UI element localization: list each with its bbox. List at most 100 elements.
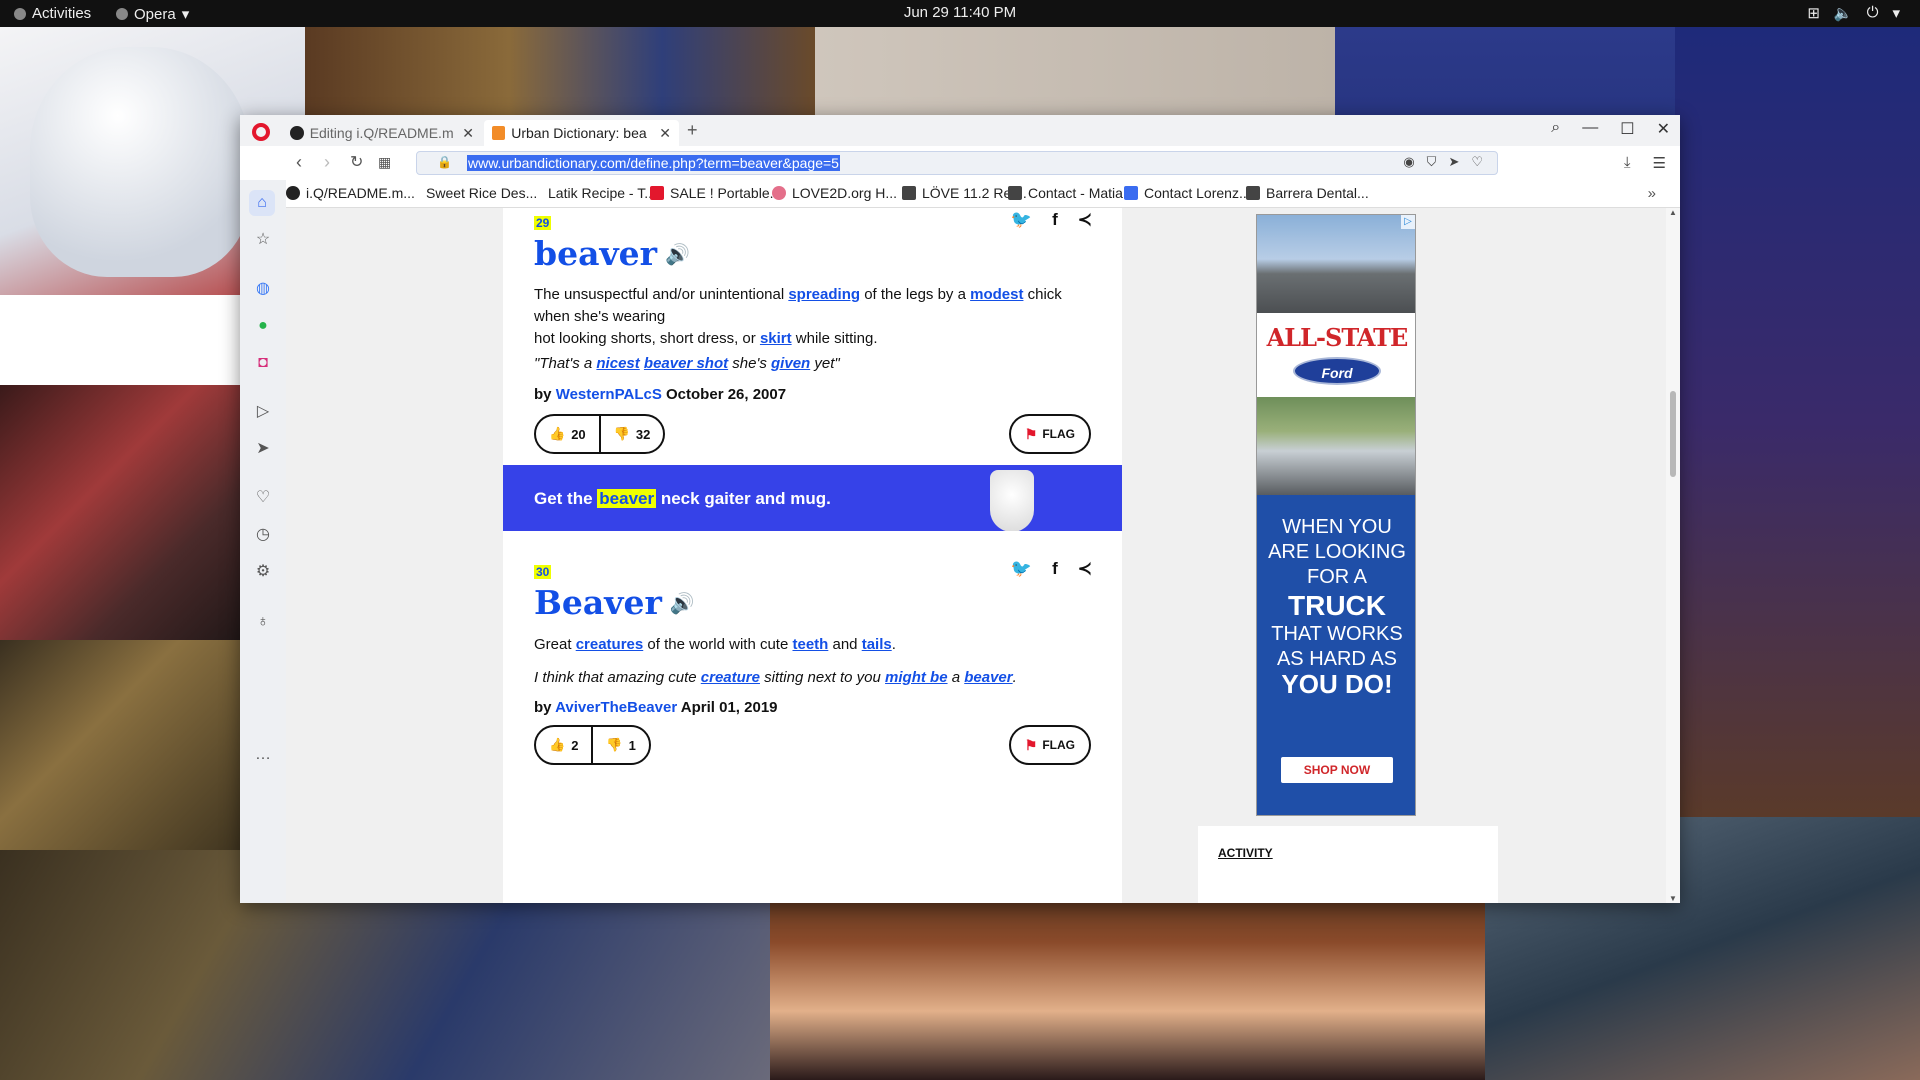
player-icon[interactable]: ▷ (254, 403, 272, 421)
post-date: October 26, 2007 (666, 386, 787, 403)
close-window-icon[interactable]: ✕ (1657, 119, 1670, 139)
flag-button[interactable]: ⚑ FLAG (1008, 414, 1091, 454)
facebook-icon[interactable]: f (1052, 210, 1058, 230)
power-icon[interactable]: ⏻ (1867, 4, 1879, 22)
messenger-icon[interactable]: ◍ (254, 280, 272, 298)
clock[interactable]: Jun 29 11:40 PM (0, 4, 1920, 21)
author-link[interactable]: AviverTheBeaver (555, 699, 677, 716)
opera-sidebar: ⌂ ☆ ◍ ● ◘ ▷ ➤ ♡ ◷ ⚙ ♁ … (240, 180, 286, 903)
facebook-icon[interactable]: f (1052, 559, 1058, 579)
truck-ad[interactable]: ALL-STATE Ford WHEN YOU ARE LOOKING FOR … (1256, 214, 1416, 816)
scrollbar-thumb[interactable] (1670, 391, 1676, 477)
link-tails[interactable]: tails (862, 636, 892, 653)
speaker-icon[interactable]: 🔊 (670, 591, 695, 615)
link-modest[interactable]: modest (970, 286, 1023, 303)
definition-rank: 30 (534, 565, 552, 579)
bookmark-item[interactable]: LOVE2D.org H... (772, 185, 897, 201)
definition-word[interactable]: beaver 🔊 (534, 234, 690, 273)
bookmark-item[interactable]: SALE ! Portable... (650, 185, 781, 201)
system-tray[interactable]: ⊞ 🔈 ⏻ ▾ (1807, 4, 1900, 22)
home-icon[interactable]: ⌂ (249, 190, 275, 216)
caret-down-icon[interactable]: ▾ (1892, 4, 1900, 22)
reload-icon[interactable]: ↻ (350, 152, 363, 172)
search-tabs-icon[interactable]: ⌕ (1551, 119, 1560, 139)
network-icon[interactable]: ⊞ (1807, 4, 1820, 22)
volume-icon[interactable]: 🔈 (1834, 4, 1853, 22)
definition-example: I think that amazing cute creature sitti… (534, 669, 1074, 686)
maximize-icon[interactable]: ☐ (1620, 119, 1634, 139)
bookmark-label: i.Q/README.m... (306, 185, 415, 201)
link-spreading[interactable]: spreading (788, 286, 860, 303)
favorites-heart-icon[interactable]: ♡ (254, 489, 272, 507)
word-link[interactable]: Beaver (534, 583, 662, 622)
close-tab-icon[interactable]: ✕ (462, 125, 474, 142)
bookmark-item[interactable]: i.Q/README.m... (286, 185, 415, 201)
bookmark-item[interactable]: Contact Lorenz... (1124, 185, 1251, 201)
forward-arrow-icon[interactable]: › (324, 152, 330, 173)
activity-heading[interactable]: ACTIVITY (1218, 846, 1273, 860)
upvote-button[interactable]: 👍 2 (536, 727, 594, 763)
back-arrow-icon[interactable]: ‹ (296, 152, 302, 173)
bookmark-heart-icon[interactable]: ♡ (1471, 154, 1483, 170)
opera-logo-icon[interactable] (252, 123, 270, 141)
twitter-icon[interactable]: 🐦 (1011, 559, 1032, 579)
author-link[interactable]: WesternPALcS (556, 386, 662, 403)
tips-bulb-icon[interactable]: ♁ (254, 613, 272, 631)
upvote-button[interactable]: 👍 20 (536, 416, 601, 452)
page-scrollbar[interactable]: ▲ ▼ (1666, 208, 1680, 903)
scroll-down-arrow-icon[interactable]: ▼ (1669, 894, 1677, 903)
bookmark-label: SALE ! Portable... (670, 185, 782, 201)
link-given[interactable]: given (771, 355, 810, 372)
flow-send-icon[interactable]: ➤ (254, 440, 272, 458)
link-nicest[interactable]: nicest (596, 355, 639, 372)
download-icon[interactable]: ⤓ (1624, 154, 1631, 172)
tab-urban-dictionary[interactable]: Urban Dictionary: bea ✕ (484, 120, 679, 146)
whatsapp-icon[interactable]: ● (254, 317, 272, 335)
send-icon[interactable]: ➤ (1448, 154, 1459, 170)
merch-promo-banner[interactable]: Get the beaver neck gaiter and mug. (503, 465, 1122, 537)
link-might-be[interactable]: might be (885, 669, 948, 686)
history-clock-icon[interactable]: ◷ (254, 526, 272, 544)
share-icon[interactable]: ≺ (1078, 559, 1092, 579)
bookmark-item[interactable]: Barrera Dental... (1246, 185, 1369, 201)
new-tab-plus-icon[interactable]: + (687, 120, 698, 141)
c-icon (650, 186, 664, 200)
downvote-button[interactable]: 👎 32 (601, 416, 664, 452)
adchoices-icon[interactable]: ▷ (1401, 215, 1415, 229)
link-skirt[interactable]: skirt (760, 330, 792, 347)
bookmark-item[interactable]: Latik Recipe - T... (548, 185, 656, 201)
easy-setup-menu-icon[interactable]: ☰ (1653, 154, 1666, 172)
scroll-up-arrow-icon[interactable]: ▲ (1669, 208, 1677, 217)
word-link[interactable]: beaver (534, 234, 657, 273)
link-creature[interactable]: creature (701, 669, 760, 686)
link-beaver[interactable]: beaver (964, 669, 1012, 686)
adblock-shield-icon[interactable]: ⛉ (1427, 154, 1437, 170)
bookmark-item[interactable]: Sweet Rice Des... (426, 185, 537, 201)
link-teeth[interactable]: teeth (792, 636, 828, 653)
instagram-icon[interactable]: ◘ (254, 354, 272, 372)
tab-github-readme[interactable]: Editing i.Q/README.m ✕ (282, 120, 482, 146)
settings-gear-icon[interactable]: ⚙ (254, 563, 272, 581)
more-bookmarks-chevron-icon[interactable]: » (1648, 185, 1656, 202)
share-icon[interactable]: ≺ (1078, 210, 1092, 230)
ad-line: THAT WORKS (1271, 623, 1403, 645)
link-creatures[interactable]: creatures (576, 636, 644, 653)
link-beaver-shot[interactable]: beaver shot (644, 355, 728, 372)
shop-now-button[interactable]: SHOP NOW (1281, 757, 1393, 783)
twitter-icon[interactable]: 🐦 (1011, 210, 1032, 230)
lock-icon[interactable]: 🔒 (437, 155, 452, 169)
bookmarks-bar: i.Q/README.m... Sweet Rice Des... Latik Re… (286, 180, 1680, 208)
snapshot-camera-icon[interactable]: ◉ (1403, 154, 1414, 170)
definition-word[interactable]: Beaver 🔊 (534, 583, 695, 622)
more-dots-icon[interactable]: … (254, 746, 272, 764)
flag-button[interactable]: ⚑ FLAG (1008, 725, 1091, 765)
bookmarks-star-icon[interactable]: ☆ (254, 231, 272, 249)
address-url[interactable]: www.urbandictionary.com/define.php?term=… (467, 155, 840, 171)
close-tab-icon[interactable]: ✕ (659, 125, 671, 142)
bookmark-item[interactable]: Contact - Matia... (1008, 185, 1135, 201)
address-bar[interactable]: 🔒 www.urbandictionary.com/define.php?ter… (416, 151, 1498, 175)
downvote-button[interactable]: 👎 1 (593, 727, 648, 763)
speed-dial-grid-icon[interactable]: ▦ (378, 154, 391, 171)
speaker-icon[interactable]: 🔊 (665, 242, 690, 266)
minimize-icon[interactable]: — (1582, 119, 1598, 139)
